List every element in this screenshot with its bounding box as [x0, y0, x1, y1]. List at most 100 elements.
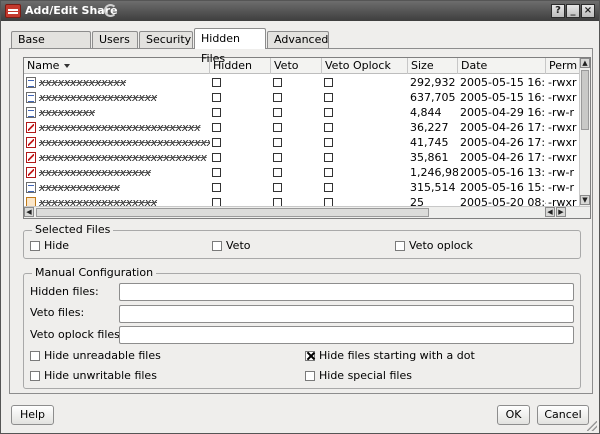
- veto-checkbox[interactable]: [273, 123, 282, 132]
- veto-oplock-checkbox[interactable]: [324, 123, 333, 132]
- hidden-checkbox[interactable]: [212, 78, 221, 87]
- vertical-scroll-thumb[interactable]: [581, 70, 589, 130]
- veto-checkbox[interactable]: [273, 183, 282, 192]
- close-button[interactable]: ×: [581, 4, 595, 18]
- file-date-cell: 2005-05-15 16:10: [460, 76, 546, 89]
- cancel-button[interactable]: Cancel: [537, 405, 589, 425]
- scroll-up-icon[interactable]: ▲: [580, 58, 590, 68]
- tab-users[interactable]: Users: [92, 31, 138, 49]
- veto-oplock-checkbox[interactable]: [324, 78, 333, 87]
- table-row[interactable]: xxxxxxxxxxxxx315,5142005-05-16 15:25-rw-…: [24, 180, 590, 195]
- file-size-cell: 41,745: [410, 136, 449, 149]
- veto-oplock-checkbox[interactable]: [324, 138, 333, 147]
- veto-checkbox[interactable]: Veto: [212, 239, 250, 253]
- hidden-checkbox[interactable]: [212, 123, 221, 132]
- veto-checkbox[interactable]: [273, 168, 282, 177]
- checkbox-box[interactable]: [212, 241, 222, 251]
- doc-file-icon: [26, 77, 36, 88]
- file-name: xxxxxxxxxxxxxxxxxxxxxxxxxx: [39, 121, 201, 134]
- veto-oplock-checkbox[interactable]: [324, 153, 333, 162]
- column-header-veto[interactable]: Veto: [271, 58, 322, 74]
- tab-security[interactable]: Security: [139, 31, 193, 49]
- table-row[interactable]: xxxxxxxxxxxxxxxxxx 1,246,9892005-05-16 13…: [24, 165, 590, 180]
- veto-oplock-files-input[interactable]: [119, 326, 574, 344]
- ok-button[interactable]: OK: [497, 405, 530, 425]
- veto-checkbox[interactable]: [273, 108, 282, 117]
- scroll-down-icon[interactable]: ▼: [580, 195, 590, 205]
- help-titlebar-button[interactable]: ?: [551, 4, 565, 18]
- tab-advanced[interactable]: Advanced: [267, 31, 329, 49]
- checkbox-box[interactable]: [395, 241, 405, 251]
- file-name-cell[interactable]: xxxxxxxxxxxxxxxxxxx: [24, 90, 210, 105]
- veto-oplock-checkbox[interactable]: [324, 93, 333, 102]
- veto-files-input[interactable]: [119, 305, 574, 323]
- file-size-cell: 36,227: [410, 121, 449, 134]
- veto-checkbox[interactable]: [273, 138, 282, 147]
- file-name-cell[interactable]: xxxxxxxxx: [24, 105, 210, 120]
- selected-files-group: Selected Files Hide Veto Veto oplock: [23, 223, 581, 259]
- table-row[interactable]: xxxxxxxxx4,8442005-04-29 16:11-rw-r: [24, 105, 590, 120]
- file-name: xxxxxxxxxxxxxxxxxxx: [39, 91, 157, 104]
- minimize-button[interactable]: _: [566, 4, 580, 18]
- checkbox-checked-icon[interactable]: [305, 351, 315, 361]
- hide-dot-files-checkbox[interactable]: Hide files starting with a dot: [305, 349, 475, 363]
- column-header-size[interactable]: Size: [408, 58, 458, 74]
- checkbox-box[interactable]: [30, 371, 40, 381]
- file-name-cell[interactable]: xxxxxxxxxxxxx: [24, 180, 210, 195]
- checkbox-box[interactable]: [30, 351, 40, 361]
- veto-oplock-checkbox[interactable]: [324, 168, 333, 177]
- vertical-scrollbar[interactable]: ▲ ▼: [579, 58, 590, 206]
- help-button[interactable]: Help: [11, 405, 54, 425]
- file-table[interactable]: Name Hidden Veto Veto Oplock Size Date P…: [23, 57, 591, 219]
- table-row[interactable]: xxxxxxxxxxxxxxxxxxxxxxxxxxxxxxx 41,745 200…: [24, 135, 590, 150]
- tab-hidden-files[interactable]: Hidden Files: [194, 28, 266, 65]
- veto-checkbox[interactable]: [273, 153, 282, 162]
- file-name-cell[interactable]: xxxxxxxxxxxxxxxxxxxxxxxxxx: [24, 120, 210, 135]
- hidden-checkbox[interactable]: [212, 183, 221, 192]
- hide-special-files-checkbox[interactable]: Hide special files: [305, 369, 412, 383]
- column-header-name[interactable]: Name: [24, 58, 210, 74]
- checkbox-label: Hide special files: [319, 369, 412, 382]
- table-row[interactable]: xxxxxxxxxxxxxx292,9322005-05-15 16:10-rw…: [24, 75, 590, 90]
- table-row[interactable]: xxxxxxxxxxxxxxxxxxxxxxxxxxx 35,861 2005-04…: [24, 150, 590, 165]
- horizontal-scroll-thumb[interactable]: [36, 208, 429, 217]
- file-name-cell[interactable]: xxxxxxxxxxxxxx: [24, 75, 210, 90]
- hidden-checkbox[interactable]: [212, 153, 221, 162]
- hide-checkbox[interactable]: Hide: [30, 239, 69, 253]
- file-name-cell[interactable]: xxxxxxxxxxxxxxxxxxxxxxxxxxx: [24, 150, 210, 165]
- column-header-date[interactable]: Date: [458, 58, 546, 74]
- resize-grip-icon[interactable]: [587, 421, 597, 431]
- title-bar[interactable]: Add/Edit Share ? _ ×: [1, 1, 599, 21]
- tab-label: Advanced: [274, 33, 329, 46]
- veto-checkbox[interactable]: [273, 78, 282, 87]
- hidden-checkbox[interactable]: [212, 168, 221, 177]
- table-row[interactable]: xxxxxxxxxxxxxxxxxxx 637,705 2005-05-15 16:…: [24, 90, 590, 105]
- pdf-file-icon: [26, 167, 36, 178]
- manual-configuration-group: Manual Configuration Hidden files: Veto …: [23, 266, 581, 389]
- hide-unreadable-checkbox[interactable]: Hide unreadable files: [30, 349, 161, 363]
- hidden-checkbox[interactable]: [212, 108, 221, 117]
- horizontal-scrollbar[interactable]: ◀ ◀ ▶: [24, 206, 590, 218]
- veto-oplock-checkbox[interactable]: [324, 183, 333, 192]
- column-label: Perm: [549, 59, 578, 72]
- table-row[interactable]: xxxxxxxxxxxxxxxxxxxxxxxxxx 36,227 2005-04-…: [24, 120, 590, 135]
- veto-oplock-checkbox[interactable]: Veto oplock: [395, 239, 473, 253]
- scroll-right-icon[interactable]: ▶: [556, 207, 566, 217]
- scroll-left-icon[interactable]: ◀: [24, 207, 34, 217]
- veto-checkbox[interactable]: [273, 93, 282, 102]
- hidden-files-input[interactable]: [119, 283, 574, 301]
- file-name-cell[interactable]: xxxxxxxxxxxxxxxxxx: [24, 165, 210, 180]
- file-size-cell: 292,932: [410, 76, 456, 89]
- file-size-cell: 1,246,989: [410, 166, 458, 179]
- hidden-checkbox[interactable]: [212, 138, 221, 147]
- hide-unwritable-checkbox[interactable]: Hide unwritable files: [30, 369, 157, 383]
- hidden-checkbox[interactable]: [212, 93, 221, 102]
- column-header-veto-oplock[interactable]: Veto Oplock: [322, 58, 408, 74]
- veto-oplock-checkbox[interactable]: [324, 108, 333, 117]
- file-name-cell[interactable]: xxxxxxxxxxxxxxxxxxxxxxxxxxxxxxx: [24, 135, 210, 150]
- checkbox-box[interactable]: [30, 241, 40, 251]
- scroll-left-icon[interactable]: ◀: [545, 207, 555, 217]
- checkbox-box[interactable]: [305, 371, 315, 381]
- file-date-cell: 2005-05-16 15:25: [460, 181, 546, 194]
- tab-base-settings[interactable]: Base Settings: [11, 31, 91, 62]
